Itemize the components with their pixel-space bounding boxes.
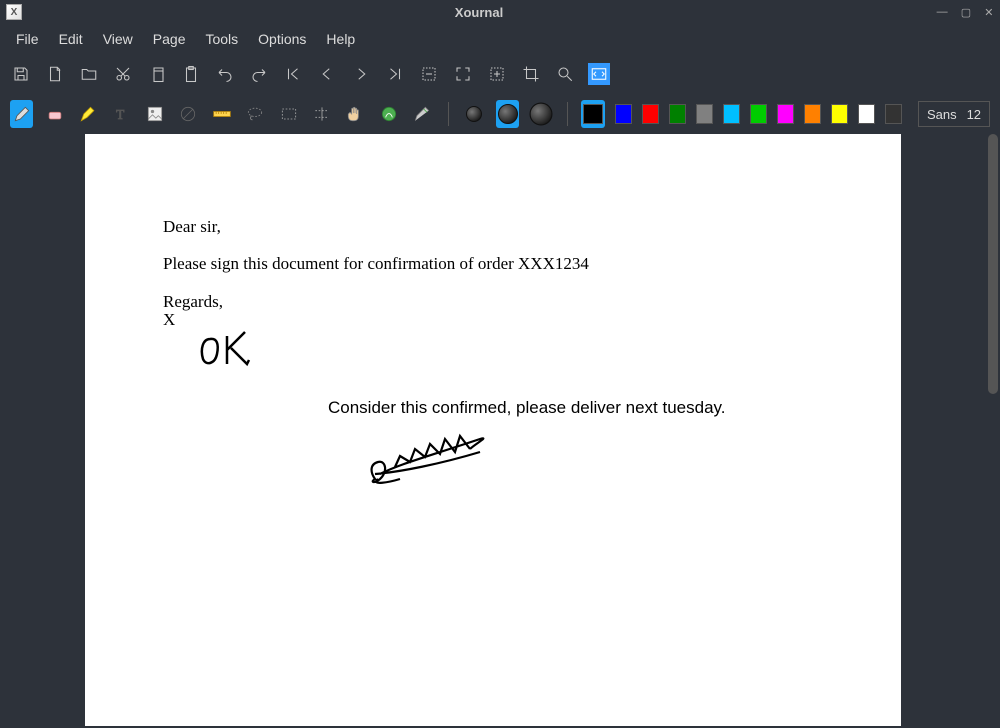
fullscreen-icon[interactable] bbox=[588, 63, 610, 85]
maximize-button[interactable]: ▢ bbox=[961, 6, 971, 19]
doc-line-1: Dear sir, bbox=[163, 217, 221, 237]
pen-tool[interactable] bbox=[10, 100, 33, 128]
document-page[interactable]: Dear sir, Please sign this document for … bbox=[85, 134, 901, 726]
open-icon[interactable] bbox=[78, 63, 100, 85]
first-page-icon[interactable] bbox=[282, 63, 304, 85]
hand-tool[interactable] bbox=[344, 100, 367, 128]
pen-size-medium[interactable] bbox=[496, 100, 519, 128]
font-selector[interactable]: Sans 12 bbox=[918, 101, 990, 127]
signature-scribble bbox=[360, 424, 520, 504]
shape-recognizer-tool[interactable] bbox=[377, 100, 400, 128]
zoom-in-icon[interactable] bbox=[486, 63, 508, 85]
color-dark[interactable] bbox=[885, 104, 902, 124]
image-tool[interactable] bbox=[143, 100, 166, 128]
doc-line-2: Please sign this document for confirmati… bbox=[163, 254, 589, 274]
color-white[interactable] bbox=[858, 104, 875, 124]
ruler-tool[interactable] bbox=[210, 100, 233, 128]
shape-tool[interactable] bbox=[177, 100, 200, 128]
font-size: 12 bbox=[967, 107, 981, 122]
scrollbar-thumb[interactable] bbox=[988, 134, 998, 394]
menu-help[interactable]: Help bbox=[316, 27, 365, 51]
copy-icon[interactable] bbox=[146, 63, 168, 85]
undo-icon[interactable] bbox=[214, 63, 236, 85]
last-page-icon[interactable] bbox=[384, 63, 406, 85]
doc-line-3: Regards, bbox=[163, 292, 223, 312]
eraser-tool[interactable] bbox=[43, 100, 66, 128]
app-icon: X bbox=[6, 4, 22, 20]
lasso-tool[interactable] bbox=[244, 100, 267, 128]
doc-line-4: X bbox=[163, 310, 175, 330]
zoom-fit-icon[interactable] bbox=[452, 63, 474, 85]
new-doc-icon[interactable] bbox=[44, 63, 66, 85]
color-green[interactable] bbox=[669, 104, 686, 124]
color-blue[interactable] bbox=[615, 104, 632, 124]
stroke-recognizer-tool[interactable] bbox=[410, 100, 433, 128]
search-icon[interactable] bbox=[554, 63, 576, 85]
font-name: Sans bbox=[927, 107, 957, 122]
crop-icon[interactable] bbox=[520, 63, 542, 85]
menu-bar: File Edit View Page Tools Options Help bbox=[0, 24, 1000, 54]
rect-select-tool[interactable] bbox=[277, 100, 300, 128]
minimize-button[interactable]: — bbox=[937, 6, 948, 18]
canvas-area: Dear sir, Please sign this document for … bbox=[0, 134, 1000, 726]
color-lime[interactable] bbox=[750, 104, 767, 124]
color-yellow[interactable] bbox=[831, 104, 848, 124]
menu-view[interactable]: View bbox=[93, 27, 143, 51]
menu-options[interactable]: Options bbox=[248, 27, 316, 51]
svg-text:T: T bbox=[116, 107, 124, 122]
title-bar: X Xournal — ▢ ✕ bbox=[0, 0, 1000, 24]
color-orange[interactable] bbox=[804, 104, 821, 124]
zoom-out-icon[interactable] bbox=[418, 63, 440, 85]
paste-icon[interactable] bbox=[180, 63, 202, 85]
cut-icon[interactable] bbox=[112, 63, 134, 85]
close-button[interactable]: ✕ bbox=[984, 6, 993, 19]
prev-page-icon[interactable] bbox=[316, 63, 338, 85]
redo-icon[interactable] bbox=[248, 63, 270, 85]
menu-file[interactable]: File bbox=[6, 27, 49, 51]
annotation-text: Consider this confirmed, please deliver … bbox=[328, 398, 726, 418]
window-title: Xournal bbox=[28, 5, 930, 20]
color-cyan[interactable] bbox=[723, 104, 740, 124]
menu-tools[interactable]: Tools bbox=[195, 27, 248, 51]
highlighter-tool[interactable] bbox=[77, 100, 100, 128]
save-icon[interactable] bbox=[10, 63, 32, 85]
tools-toolbar: T Sans 12 bbox=[0, 94, 1000, 134]
next-page-icon[interactable] bbox=[350, 63, 372, 85]
handwriting-ok bbox=[195, 324, 265, 374]
color-black[interactable] bbox=[581, 100, 604, 128]
vertical-scrollbar[interactable] bbox=[986, 134, 1000, 726]
main-toolbar bbox=[0, 54, 1000, 94]
color-red[interactable] bbox=[642, 104, 659, 124]
vert-space-tool[interactable] bbox=[310, 100, 333, 128]
menu-page[interactable]: Page bbox=[143, 27, 196, 51]
color-magenta[interactable] bbox=[777, 104, 794, 124]
pen-size-fine[interactable] bbox=[463, 100, 486, 128]
menu-edit[interactable]: Edit bbox=[49, 27, 93, 51]
color-gray[interactable] bbox=[696, 104, 713, 124]
text-tool[interactable]: T bbox=[110, 100, 133, 128]
pen-size-thick[interactable] bbox=[529, 100, 552, 128]
